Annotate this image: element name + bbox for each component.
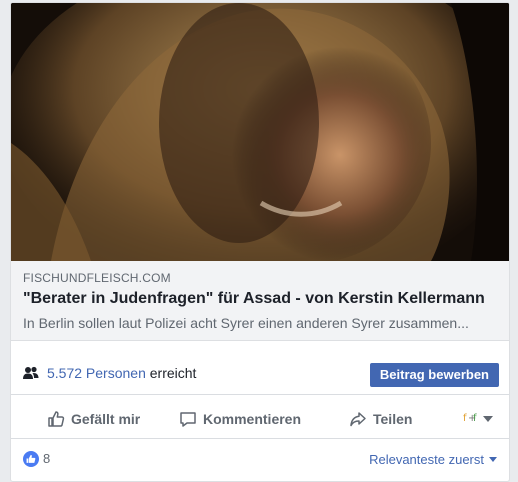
comment-icon [180,412,196,427]
chevron-down-icon [489,457,497,462]
post-card: FISCHUNDFLEISCH.COM "Berater in Judenfra… [10,2,510,482]
people-icon [23,366,39,379]
action-bar: Gefällt mir Kommentieren Teilen f + f [11,399,509,439]
link-preview-image[interactable] [11,3,509,261]
thumbs-up-icon [48,411,65,427]
like-reaction-icon[interactable] [23,451,39,467]
promote-post-button[interactable]: Beitrag bewerben [369,363,499,387]
link-title[interactable]: "Berater in Judenfragen" für Assad - von… [23,290,499,308]
page-avatar-icon: f + f [463,411,479,426]
comment-label: Kommentieren [203,411,302,427]
link-preview[interactable]: FISCHUNDFLEISCH.COM "Berater in Judenfra… [11,261,509,341]
share-label: Teilen [373,411,413,427]
reactions-footer: 8 Relevanteste zuerst [11,447,509,475]
svg-text:f: f [473,413,477,423]
link-domain: FISCHUNDFLEISCH.COM [23,271,171,285]
comment-sort-dropdown[interactable]: Relevanteste zuerst [369,452,497,467]
chevron-down-icon [483,415,493,422]
reach-suffix: erreicht [149,365,197,381]
link-description: In Berlin sollen laut Polizei acht Syrer… [23,315,469,331]
like-count[interactable]: 8 [43,451,50,466]
reach-text: 5.572 Personen erreicht [47,365,196,381]
thumbs-up-icon [26,454,36,463]
share-icon [350,412,366,427]
post-as-selector[interactable]: f + f [463,411,493,426]
svg-text:f: f [463,413,467,423]
reach-count-link[interactable]: 5.572 Personen [47,365,146,381]
reach-bar: 5.572 Personen erreicht Beitrag bewerben [11,351,509,395]
portrait-photo [11,3,509,261]
like-label: Gefällt mir [71,411,141,427]
comment-button[interactable]: Kommentieren [179,409,301,429]
sort-label: Relevanteste zuerst [369,452,484,467]
like-button[interactable]: Gefällt mir [47,409,140,429]
share-button[interactable]: Teilen [349,409,412,429]
